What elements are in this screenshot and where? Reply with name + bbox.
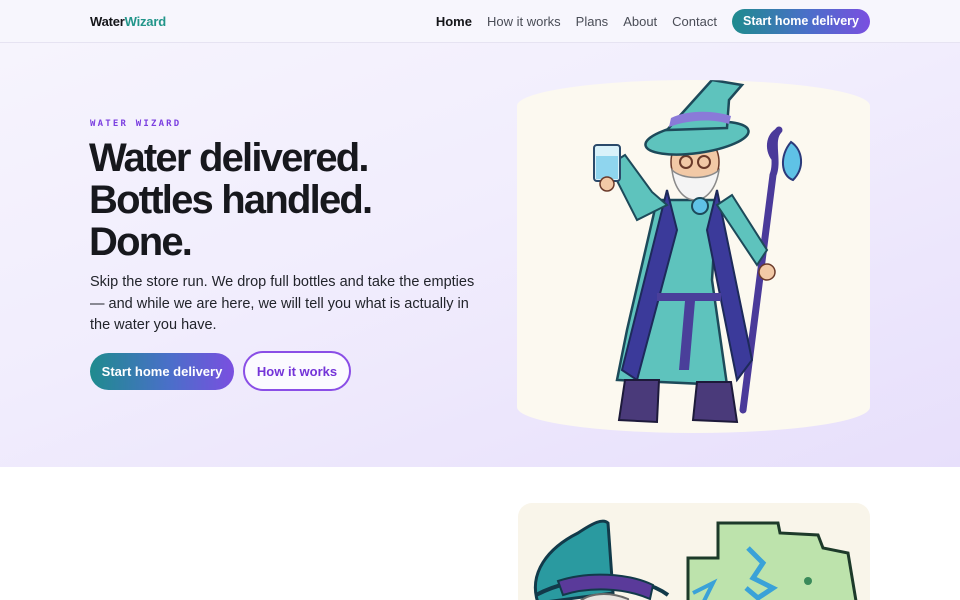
how-it-works-button[interactable]: How it works	[243, 351, 351, 391]
nav-links: Home How it works Plans About Contact St…	[436, 8, 870, 34]
hero-illustration-card	[517, 80, 870, 433]
nav-link-how-it-works[interactable]: How it works	[487, 14, 561, 29]
start-home-delivery-button[interactable]: Start home delivery	[90, 353, 234, 390]
logo[interactable]: WaterWizard	[90, 14, 166, 29]
logo-word-wizard: Wizard	[124, 13, 167, 29]
hero-headline: Water delivered. Bottles handled. Done.	[89, 136, 373, 264]
hero-eyebrow: WATER WIZARD	[90, 119, 182, 129]
nav-link-home[interactable]: Home	[436, 14, 472, 29]
hero-section: WATER WIZARD Water delivered. Bottles ha…	[0, 43, 960, 467]
wizard-illustration	[593, 80, 802, 424]
nav-start-delivery-button[interactable]: Start home delivery	[731, 8, 870, 34]
nav-link-about[interactable]: About	[623, 14, 657, 29]
top-nav: WaterWizard Home How it works Plans Abou…	[0, 0, 960, 43]
second-section	[0, 467, 960, 600]
wizard-map-illustration	[533, 519, 858, 600]
logo-word-water: Water	[90, 13, 125, 29]
nav-link-plans[interactable]: Plans	[576, 14, 609, 29]
hero-subtext: Skip the store run. We drop full bottles…	[90, 274, 475, 333]
map-illustration-card	[518, 503, 870, 600]
nav-link-contact[interactable]: Contact	[672, 14, 717, 29]
